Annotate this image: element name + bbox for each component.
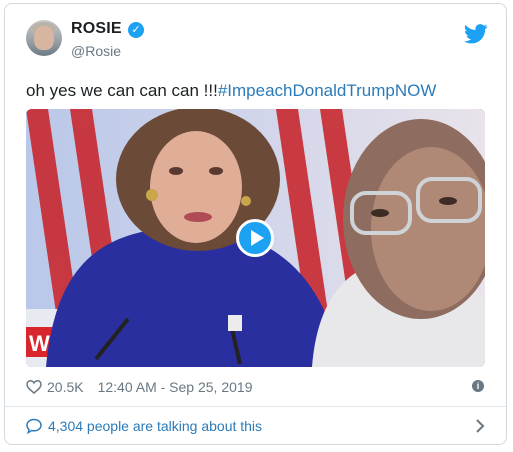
conversation-link[interactable]: 4,304 people are talking about this: [26, 418, 262, 434]
display-name[interactable]: ROSIE: [71, 20, 122, 38]
conversation-text: 4,304 people are talking about this: [48, 418, 263, 434]
hashtag-link[interactable]: #ImpeachDonaldTrumpNOW: [218, 81, 437, 100]
play-icon: [251, 230, 264, 246]
tweet-header: ROSIE ✓ @Rosie: [5, 4, 506, 74]
heart-icon[interactable]: [26, 379, 42, 395]
avatar[interactable]: [26, 20, 62, 56]
tweet-footer: 20.5K 12:40 AM - Sep 25, 2019: [26, 376, 252, 398]
divider: [5, 406, 506, 407]
tweet-text: oh yes we can can can !!!#ImpeachDonaldT…: [26, 80, 436, 102]
twitter-bird-icon[interactable]: [464, 24, 488, 44]
user-handle[interactable]: @Rosie: [71, 43, 121, 59]
tweet-card: ROSIE ✓ @Rosie oh yes we can can can !!!…: [4, 3, 507, 445]
tweet-timestamp[interactable]: 12:40 AM - Sep 25, 2019: [98, 379, 253, 395]
info-icon[interactable]: i: [472, 380, 484, 392]
like-count[interactable]: 20.5K: [47, 379, 84, 395]
speech-bubble-icon: [26, 418, 42, 434]
tweet-text-main: oh yes we can can can !!!: [26, 81, 218, 100]
chevron-right-icon[interactable]: [474, 417, 486, 435]
play-button[interactable]: [236, 219, 274, 257]
verified-badge-icon: ✓: [128, 22, 144, 38]
avatar-face: [34, 26, 54, 50]
video-thumbnail[interactable]: WS: [26, 109, 485, 367]
